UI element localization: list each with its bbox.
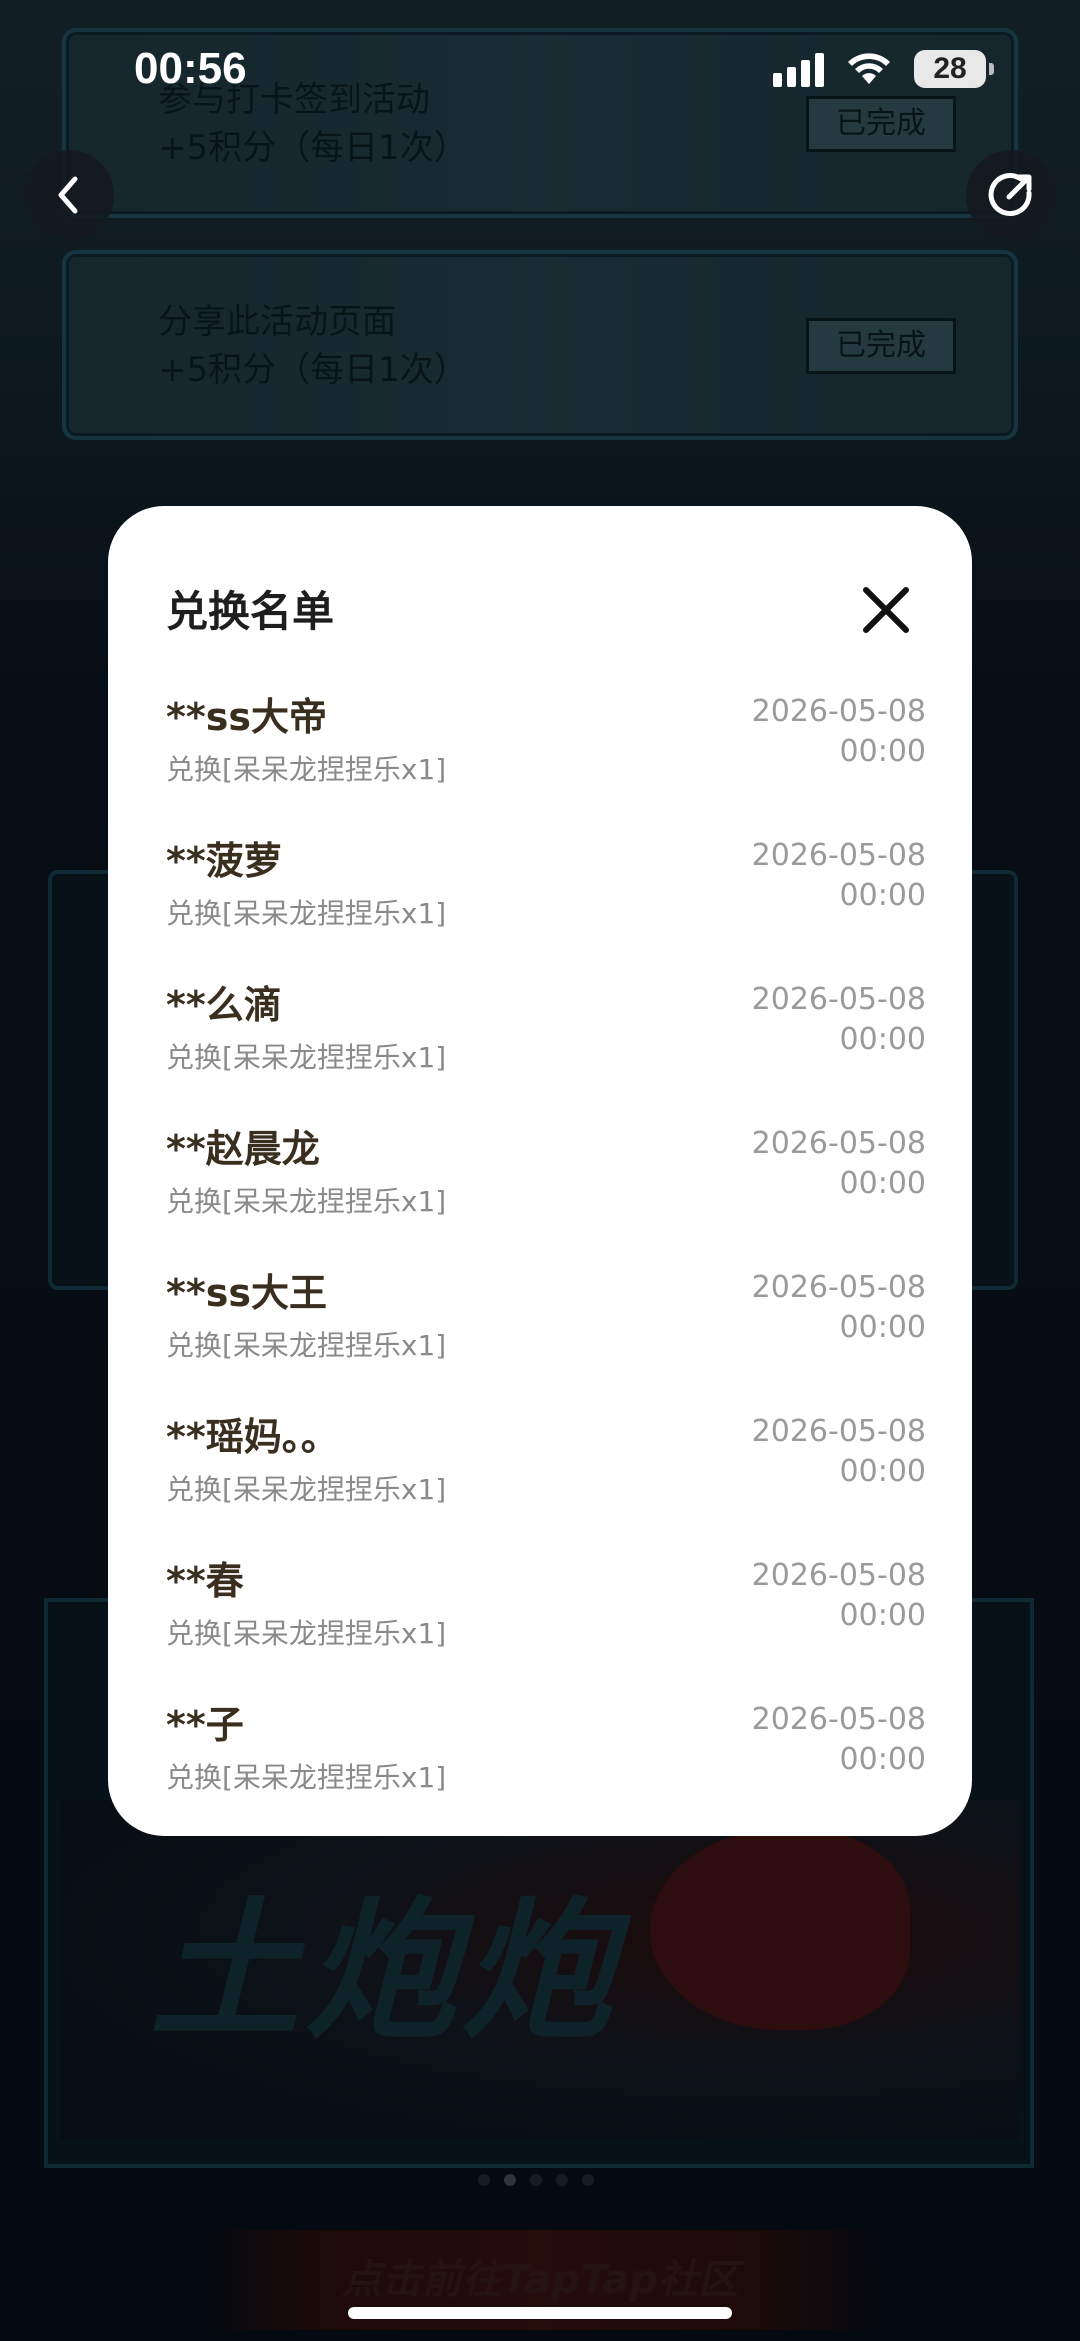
user-name: **子: [166, 1703, 244, 1747]
redeem-desc: 兑换[呆呆龙捏捏乐x1]: [166, 1329, 447, 1362]
redeem-desc: 兑换[呆呆龙捏捏乐x1]: [166, 1041, 447, 1074]
redeem-date: 2026-05-08: [751, 1558, 926, 1593]
list-item: **瑶妈。。 兑换[呆呆龙捏捏乐x1] 2026-05-08 00:00: [166, 1406, 926, 1546]
list-item: **么滴 兑换[呆呆龙捏捏乐x1] 2026-05-08 00:00: [166, 974, 926, 1114]
redeem-desc: 兑换[呆呆龙捏捏乐x1]: [166, 1185, 447, 1218]
redeem-time: 00:00: [839, 1166, 926, 1201]
user-name: **ss大帝: [166, 695, 327, 739]
redeem-date: 2026-05-08: [751, 1270, 926, 1305]
share-icon: [988, 173, 1032, 217]
redeem-time: 00:00: [839, 1742, 926, 1777]
back-button[interactable]: [24, 150, 114, 240]
share-button[interactable]: [966, 150, 1056, 240]
redeem-date: 2026-05-08: [751, 1702, 926, 1737]
user-name: **ss大王: [166, 1271, 327, 1315]
dialog-title: 兑换名单: [166, 587, 335, 636]
list-item: **赵晨龙 兑换[呆呆龙捏捏乐x1] 2026-05-08 00:00: [166, 1118, 926, 1258]
close-button[interactable]: [856, 580, 916, 640]
user-name: **菠萝: [166, 839, 282, 883]
user-name: **赵晨龙: [166, 1127, 320, 1171]
home-indicator[interactable]: [348, 2307, 732, 2319]
redeem-date: 2026-05-08: [751, 982, 926, 1017]
status-time: 00:56: [134, 44, 247, 93]
redeem-desc: 兑换[呆呆龙捏捏乐x1]: [166, 1473, 447, 1506]
redeem-date: 2026-05-08: [751, 838, 926, 873]
redeem-time: 00:00: [839, 1454, 926, 1489]
battery-icon: 28: [914, 50, 994, 88]
redeem-date: 2026-05-08: [751, 1414, 926, 1449]
redeem-desc: 兑换[呆呆龙捏捏乐x1]: [166, 1761, 447, 1794]
list-item: **子 兑换[呆呆龙捏捏乐x1] 2026-05-08 00:00: [166, 1694, 926, 1834]
redeem-time: 00:00: [839, 734, 926, 769]
redeem-date: 2026-05-08: [751, 694, 926, 729]
redeem-desc: 兑换[呆呆龙捏捏乐x1]: [166, 753, 447, 786]
user-name: **瑶妈。。: [166, 1415, 339, 1459]
redeem-desc: 兑换[呆呆龙捏捏乐x1]: [166, 1617, 447, 1650]
chevron-left-icon: [58, 176, 78, 214]
redeem-desc: 兑换[呆呆龙捏捏乐x1]: [166, 897, 447, 930]
close-icon: [863, 587, 909, 633]
cellular-signal-icon: [773, 51, 824, 87]
user-name: **春: [166, 1559, 244, 1603]
redeem-date: 2026-05-08: [751, 1126, 926, 1161]
wifi-icon: [848, 53, 890, 84]
user-name: **么滴: [166, 983, 282, 1027]
redeem-time: 00:00: [839, 1022, 926, 1057]
list-item: **ss大帝 兑换[呆呆龙捏捏乐x1] 2026-05-08 00:00: [166, 686, 926, 826]
list-item: **ss大王 兑换[呆呆龙捏捏乐x1] 2026-05-08 00:00: [166, 1262, 926, 1402]
status-icons: 28: [773, 50, 994, 88]
redeem-time: 00:00: [839, 1310, 926, 1345]
list-item: **春 兑换[呆呆龙捏捏乐x1] 2026-05-08 00:00: [166, 1550, 926, 1690]
redeem-time: 00:00: [839, 878, 926, 913]
redeem-time: 00:00: [839, 1598, 926, 1633]
list-item: **菠萝 兑换[呆呆龙捏捏乐x1] 2026-05-08 00:00: [166, 830, 926, 970]
